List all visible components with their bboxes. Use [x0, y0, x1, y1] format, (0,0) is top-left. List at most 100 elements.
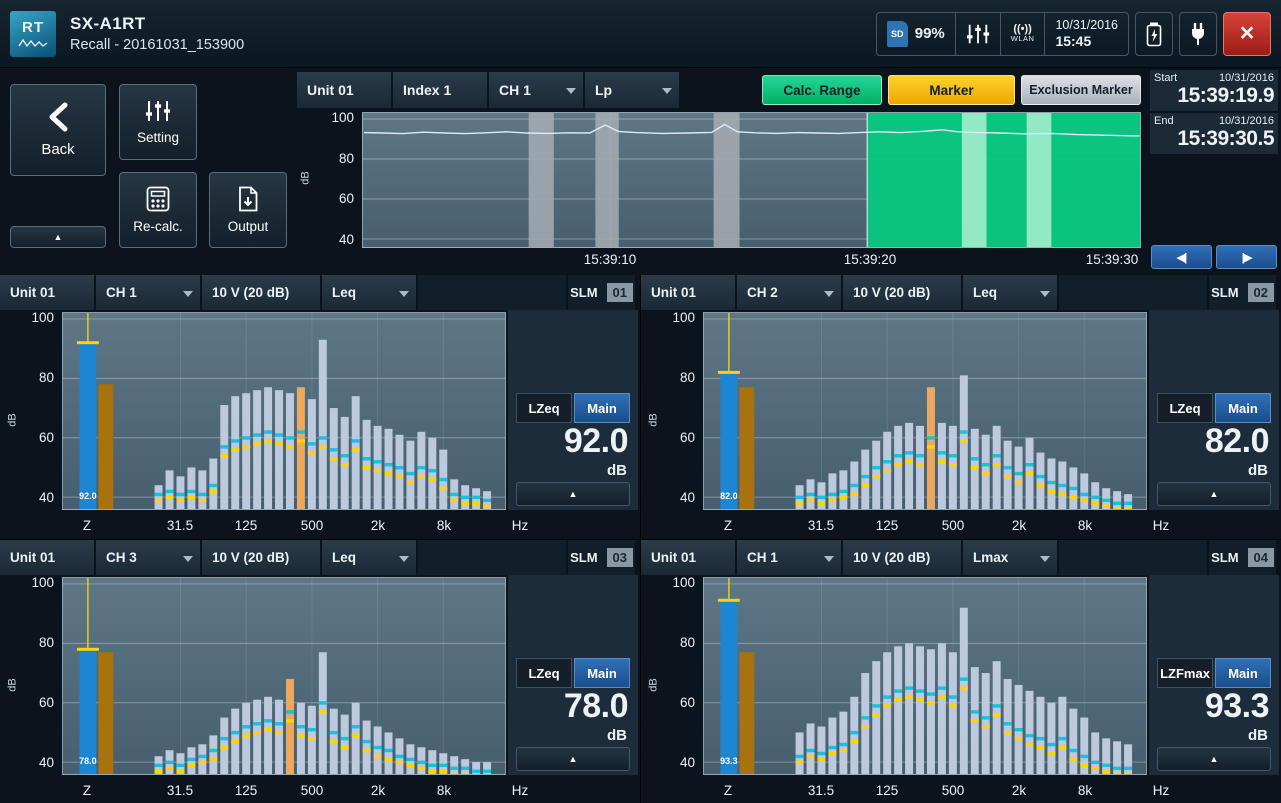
slm-panel-body: dB 100 80 60 40 92.0 Z 31.5 125 500 2k 8…	[0, 310, 640, 539]
quantity-select[interactable]: Leq	[322, 540, 416, 575]
collapse-button[interactable]: ▲	[516, 482, 630, 506]
slm-id: SLM 03	[568, 540, 635, 575]
sd-status: SD 99%	[877, 13, 956, 55]
collapse-button[interactable]: ▲	[1157, 747, 1271, 771]
app-title: SX-A1RT	[70, 14, 244, 34]
recall-toolbar-section: Back Setting Re-calc.	[0, 68, 1281, 275]
channel-select[interactable]: CH 1	[737, 540, 841, 575]
slm-number-badge: 02	[1248, 283, 1274, 302]
x-tick: Z	[706, 518, 750, 533]
channel-select[interactable]: CH 3	[96, 540, 200, 575]
input-range-cell: 10 V (20 dB)	[202, 540, 320, 575]
y-tick: 100	[663, 310, 695, 326]
y-tick: 60	[22, 695, 54, 711]
metric-button[interactable]: LZeq	[1157, 393, 1213, 423]
x-tick: 500	[931, 518, 975, 533]
main-button[interactable]: Main	[574, 658, 630, 688]
step-back-button[interactable]: ◀|	[1151, 245, 1212, 269]
slm-panel-04: Unit 01 CH 1 10 V (20 dB) Lmax SLM 04 dB…	[640, 539, 1281, 803]
channel-select[interactable]: CH 1	[489, 72, 583, 108]
slm-label: SLM	[570, 550, 597, 565]
time-history-chart[interactable]	[362, 112, 1141, 248]
main-button[interactable]: Main	[1215, 393, 1271, 423]
x-tick: 125	[865, 783, 909, 798]
collapse-button[interactable]: ▲	[1157, 482, 1271, 506]
x-axis-unit: Hz	[498, 518, 542, 533]
close-icon: ×	[1240, 21, 1255, 46]
y-tick: 80	[663, 370, 695, 386]
y-axis-label: dB	[648, 678, 660, 691]
setting-button[interactable]: Setting	[119, 84, 197, 160]
spectrum-chart[interactable]: 92.0	[62, 312, 506, 510]
mixer-status	[956, 13, 1001, 55]
x-tick: 2k	[356, 783, 400, 798]
slm-panel-body: dB 100 80 60 40 82.0 Z 31.5 125 500 2k 8…	[641, 310, 1281, 539]
x-tick: 2k	[356, 518, 400, 533]
slm-number-badge: 04	[1248, 548, 1274, 567]
calc-range-panel: Start 10/31/2016 15:39:19.9 End 10/31/20…	[1148, 68, 1281, 275]
spectrum-chart[interactable]: 82.0	[703, 312, 1147, 510]
quantity-select[interactable]: Lmax	[963, 540, 1057, 575]
collapse-panel-button[interactable]: ▲	[10, 226, 106, 248]
back-button[interactable]: Back	[10, 84, 106, 176]
range-end-block: End 10/31/2016 15:39:30.5	[1150, 113, 1278, 154]
metric-button[interactable]: LZeq	[516, 393, 572, 423]
close-button[interactable]: ×	[1223, 12, 1271, 56]
back-label: Back	[41, 141, 74, 158]
power-status	[1179, 12, 1217, 56]
app-window: RT SX-A1RT Recall - 20161031_153900 SD 9…	[0, 0, 1281, 803]
level-unit: dB	[1248, 462, 1268, 479]
exclusion-marker-button[interactable]: Exclusion Marker	[1021, 75, 1141, 105]
marker-button[interactable]: Marker	[888, 75, 1015, 105]
document-export-icon	[235, 186, 261, 212]
start-date: 10/31/2016	[1219, 72, 1274, 84]
x-tick: 125	[224, 518, 268, 533]
collapse-button[interactable]: ▲	[516, 747, 630, 771]
status-cluster: SD 99% ((•)) WLAN 1	[876, 12, 1271, 56]
unit-cell: Unit 01	[0, 540, 94, 575]
quantity-select[interactable]: Leq	[322, 275, 416, 310]
marker-buttons: Calc. Range Marker Exclusion Marker	[762, 75, 1141, 105]
x-tick: 31.5	[158, 518, 202, 533]
metric-button[interactable]: LZFmax	[1157, 658, 1213, 688]
chevron-down-icon	[399, 291, 409, 297]
calc-range-button[interactable]: Calc. Range	[762, 75, 882, 105]
level-unit: dB	[607, 727, 627, 744]
main-button[interactable]: Main	[1215, 658, 1271, 688]
start-time: 15:39:19.9	[1154, 84, 1274, 108]
header-spacer	[1059, 275, 1207, 310]
start-label: Start	[1154, 72, 1177, 84]
unit-cell: Unit 01	[641, 540, 735, 575]
spectrum-chart[interactable]: 93.3	[703, 577, 1147, 775]
chevron-down-icon	[1040, 291, 1050, 297]
level-unit: dB	[607, 462, 627, 479]
level-value: 78.0	[564, 687, 628, 726]
x-tick: 8k	[422, 783, 466, 798]
end-label: End	[1154, 115, 1174, 127]
chevron-up-icon: ▲	[1210, 489, 1219, 499]
recalc-button[interactable]: Re-calc.	[119, 172, 197, 248]
chevron-down-icon	[824, 291, 834, 297]
slm-number-badge: 03	[607, 548, 633, 567]
main-button[interactable]: Main	[574, 393, 630, 423]
x-tick: 31.5	[799, 783, 843, 798]
title-block: SX-A1RT Recall - 20161031_153900	[70, 14, 244, 53]
output-button[interactable]: Output	[209, 172, 287, 248]
spectrum-chart[interactable]: 78.0	[62, 577, 506, 775]
step-forward-button[interactable]: |▶	[1216, 245, 1277, 269]
x-tick: 500	[931, 783, 975, 798]
quantity-select[interactable]: Lp	[585, 72, 679, 108]
channel-select[interactable]: CH 2	[737, 275, 841, 310]
y-axis-label: dB	[7, 678, 19, 691]
y-tick: 40	[22, 755, 54, 771]
y-tick: 100	[22, 310, 54, 326]
control-panel: Back Setting Re-calc.	[0, 68, 297, 275]
x-tick: 125	[224, 783, 268, 798]
metric-button[interactable]: LZeq	[516, 658, 572, 688]
unit-cell: Unit 01	[641, 275, 735, 310]
channel-select[interactable]: CH 1	[96, 275, 200, 310]
slm-panel-01: Unit 01 CH 1 10 V (20 dB) Leq SLM 01 dB …	[0, 275, 640, 539]
clock-date: 10/31/2016	[1055, 18, 1118, 33]
quantity-select[interactable]: Leq	[963, 275, 1057, 310]
slm-id: SLM 02	[1209, 275, 1276, 310]
